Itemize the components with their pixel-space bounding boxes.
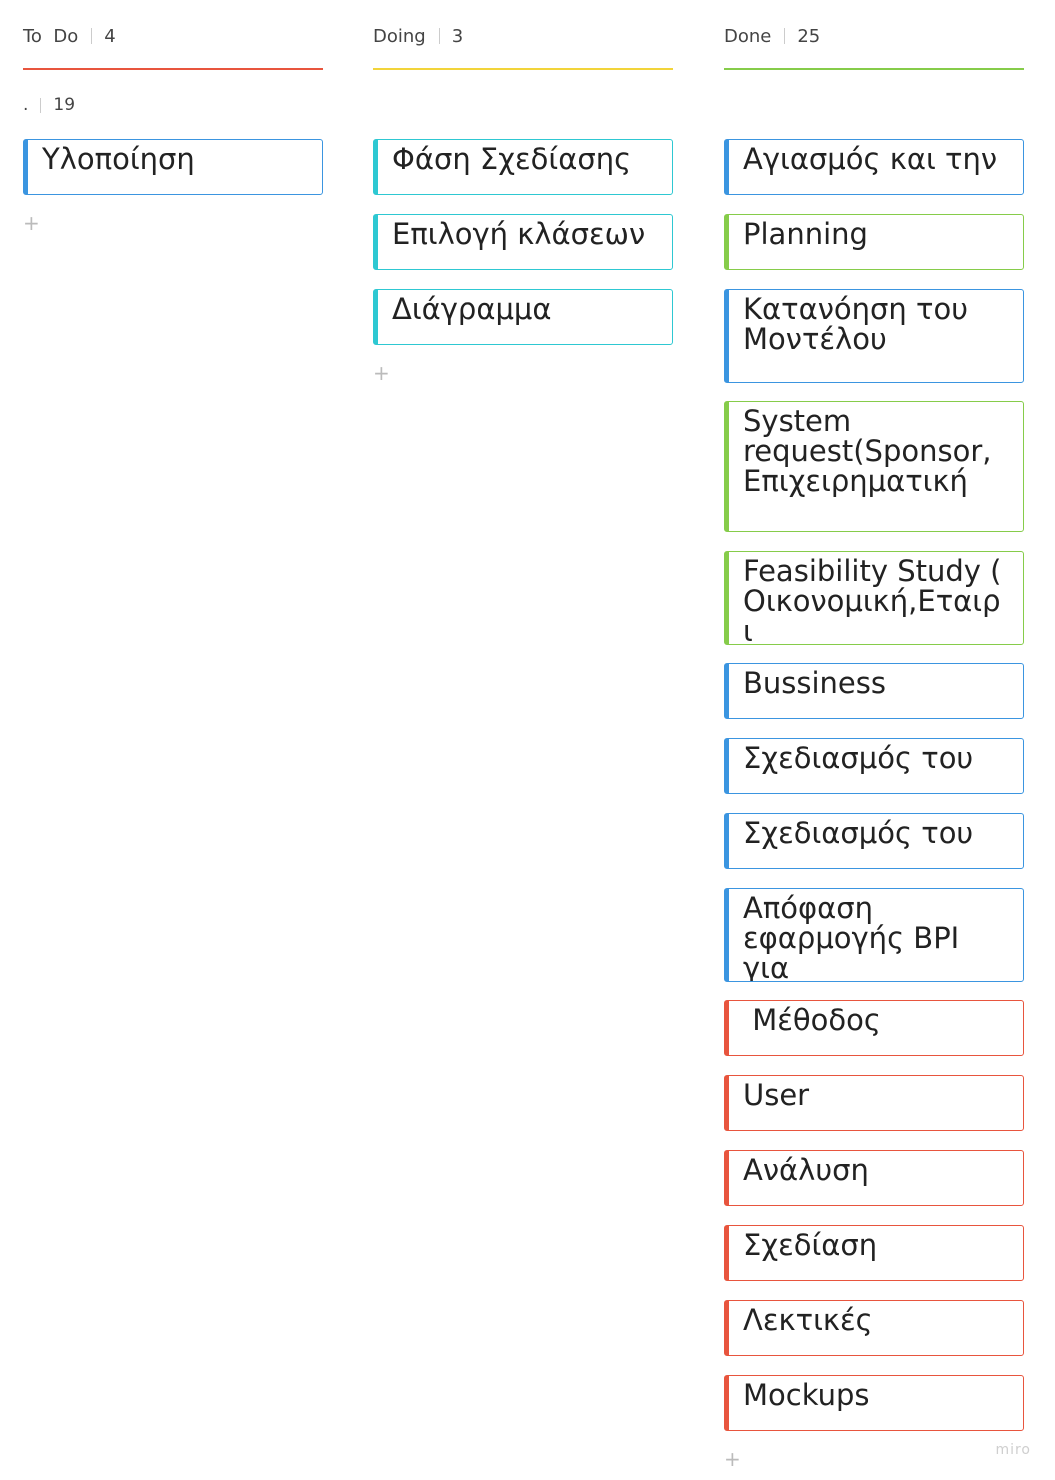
add-card-button[interactable]: +: [373, 363, 390, 383]
card-text: Ανάλυση: [743, 1153, 869, 1187]
card-text: Feasibility Study ( Οικονομική,Εταιρι: [743, 554, 1002, 645]
card-text: Απόφαση εφαρμογής BPI για: [743, 891, 960, 982]
card-text: Αγιασμός και την: [743, 142, 998, 176]
plus-icon: +: [23, 211, 40, 235]
card-text: Σχεδίαση: [743, 1228, 878, 1262]
card-text: Κατανόηση του Μοντέλου: [743, 292, 968, 356]
column-header[interactable]: Doing 3: [373, 24, 463, 48]
column-header[interactable]: To Do 4: [23, 24, 116, 48]
column-count: 25: [797, 25, 821, 47]
swimlane-count: 19: [53, 95, 76, 115]
swimlane-label[interactable]: . 19: [23, 94, 75, 116]
card[interactable]: Feasibility Study ( Οικονομική,Εταιρι: [724, 551, 1024, 645]
card[interactable]: User: [724, 1075, 1024, 1131]
card-text: System request(Sponsor,Επιχειρηματική: [743, 404, 992, 498]
card-text: Φάση Σχεδίασης: [392, 142, 632, 176]
card[interactable]: Bussiness: [724, 663, 1024, 719]
card-text: Επιλογή κλάσεων: [392, 217, 646, 251]
card-text: Μέθοδος: [743, 1003, 881, 1037]
card[interactable]: Απόφαση εφαρμογής BPI για: [724, 888, 1024, 982]
card-text: Σχεδιασμός του: [743, 741, 974, 775]
card[interactable]: Planning: [724, 214, 1024, 270]
card-text: Λεκτικές: [743, 1303, 873, 1337]
card[interactable]: Κατανόηση του Μοντέλου: [724, 289, 1024, 383]
swimlane-name: .: [23, 95, 29, 115]
divider: [438, 28, 440, 44]
card-text: User: [743, 1078, 810, 1112]
plus-icon: +: [373, 361, 390, 385]
miro-watermark: miro: [995, 1442, 1031, 1458]
card-text: Σχεδιασμός του: [743, 816, 974, 850]
column-underline: [373, 68, 673, 70]
card[interactable]: Ανάλυση: [724, 1150, 1024, 1206]
card[interactable]: Επιλογή κλάσεων: [373, 214, 673, 270]
card-text: Planning: [743, 217, 868, 251]
column-underline: [724, 68, 1024, 70]
card[interactable]: Μέθοδος: [724, 1000, 1024, 1056]
card[interactable]: Διάγραμμα: [373, 289, 673, 345]
card[interactable]: Λεκτικές: [724, 1300, 1024, 1356]
card[interactable]: Αγιασμός και την: [724, 139, 1024, 195]
divider: [784, 28, 786, 44]
card[interactable]: Mockups: [724, 1375, 1024, 1431]
column-header[interactable]: Done 25: [724, 24, 820, 48]
card[interactable]: Υλοποίηση: [23, 139, 323, 195]
column-title: Doing: [373, 25, 426, 47]
card[interactable]: Σχεδίαση: [724, 1225, 1024, 1281]
card[interactable]: Σχεδιασμός του: [724, 813, 1024, 869]
add-card-button[interactable]: +: [724, 1449, 741, 1469]
divider: [91, 28, 93, 44]
card-text: Mockups: [743, 1378, 870, 1412]
card[interactable]: Σχεδιασμός του: [724, 738, 1024, 794]
divider: [40, 97, 42, 113]
column-title: Done: [724, 25, 772, 47]
column-title: To Do: [23, 25, 79, 47]
card-text: Bussiness: [743, 666, 886, 700]
column-count: 4: [104, 25, 116, 47]
card-text: Υλοποίηση: [42, 142, 195, 176]
column-count: 3: [451, 25, 464, 47]
card-text: Διάγραμμα: [392, 292, 552, 326]
column-underline: [23, 68, 323, 70]
add-card-button[interactable]: +: [23, 213, 40, 233]
plus-icon: +: [724, 1447, 741, 1471]
card[interactable]: Φάση Σχεδίασης: [373, 139, 673, 195]
card[interactable]: System request(Sponsor,Επιχειρηματική: [724, 401, 1024, 532]
